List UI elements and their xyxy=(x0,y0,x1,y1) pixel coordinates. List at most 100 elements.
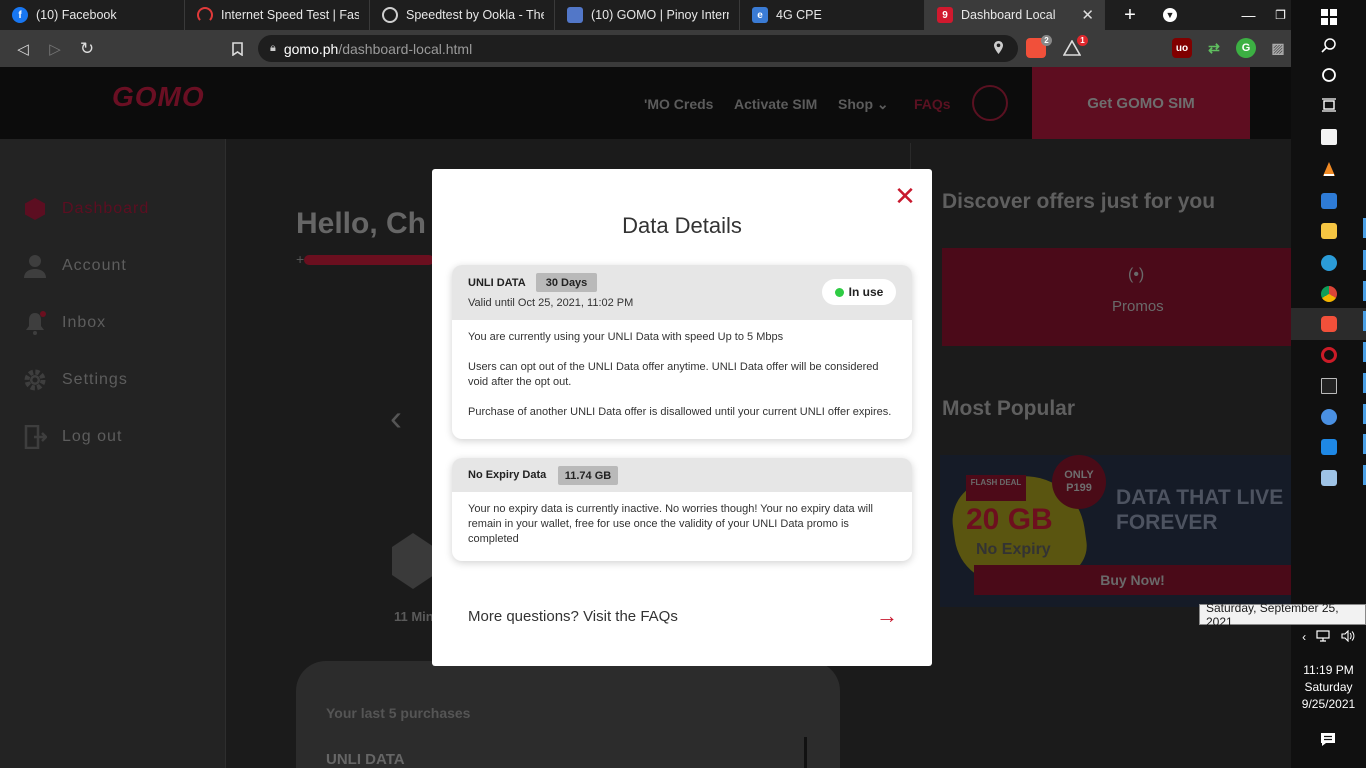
brave-icon[interactable] xyxy=(1318,313,1340,335)
nav-activate-sim[interactable]: Activate SIM xyxy=(734,96,817,112)
valid-until: Valid until Oct 25, 2021, 11:02 PM xyxy=(468,297,634,309)
plan-name: No Expiry Data xyxy=(468,469,547,481)
tab-search-button[interactable]: ▼ xyxy=(1155,0,1185,30)
banner-no-expiry: No Expiry xyxy=(976,541,1051,558)
sidebar-item-logout[interactable]: Log out xyxy=(22,422,122,452)
carousel-prev-icon[interactable]: ‹ xyxy=(390,397,402,439)
extension-arrows-icon[interactable]: ⇄ xyxy=(1204,38,1224,58)
purchases-card: Your last 5 purchases UNLI DATA xyxy=(296,661,840,768)
nav-mo-creds[interactable]: 'MO Creds xyxy=(644,96,713,112)
nav-faqs[interactable]: FAQs xyxy=(914,96,951,112)
promos-tile[interactable]: (•) Promos xyxy=(942,248,1291,346)
gomo-shield-icon xyxy=(567,7,583,23)
sidebar-item-label: Account xyxy=(62,257,127,274)
close-icon[interactable]: ✕ xyxy=(894,183,916,209)
network-icon[interactable] xyxy=(1316,629,1331,645)
faq-link[interactable]: More questions? Visit the FAQs → xyxy=(468,603,898,628)
promos-label: Promos xyxy=(1112,298,1164,315)
brave-shield-icon[interactable]: 2 xyxy=(1026,35,1052,58)
chevron-left-icon[interactable]: ‹ xyxy=(1302,630,1306,644)
fast-gauge-icon xyxy=(197,7,213,23)
status-label: In use xyxy=(848,285,884,299)
no-expiry-body: Your no expiry data is currently inactiv… xyxy=(452,492,912,547)
bookmark-icon[interactable] xyxy=(222,30,252,67)
no-expiry-header: No Expiry Data 11.74 GB xyxy=(452,458,912,492)
volume-icon[interactable] xyxy=(1341,629,1355,645)
store-icon[interactable] xyxy=(1318,126,1340,148)
chrome-icon[interactable] xyxy=(1318,283,1340,305)
unli-purchase-text: Purchase of another UNLI Data offer is d… xyxy=(468,406,892,418)
cortana-icon[interactable] xyxy=(1318,64,1340,86)
sidebar-item-label: Dashboard xyxy=(62,200,150,217)
maximize-icon[interactable]: ❐ xyxy=(1270,0,1291,30)
grammarly-icon[interactable]: G xyxy=(1236,38,1256,58)
address-toolbar: ◁ ▷ ↻ 🔒︎ gomo.ph/dashboard-local.html 2 … xyxy=(0,30,1291,67)
modal-title: Data Details xyxy=(622,213,742,238)
system-tray: ‹ xyxy=(1291,626,1366,648)
sidebar-item-account[interactable]: Account xyxy=(22,251,127,281)
tab-fast-com[interactable]: Internet Speed Test | Fast.com xyxy=(185,0,370,30)
vlc-icon[interactable] xyxy=(1318,158,1340,180)
notepad-icon[interactable] xyxy=(1318,467,1340,489)
action-center-icon[interactable] xyxy=(1318,730,1338,748)
reload-icon[interactable]: ↻ xyxy=(72,30,102,67)
ublock-icon[interactable]: uo xyxy=(1172,38,1192,58)
minutes-balance: 11 Min xyxy=(394,609,434,624)
gomo-logo[interactable]: GOMO xyxy=(112,81,205,113)
close-tab-icon[interactable]: ✕ xyxy=(1075,6,1094,24)
tab-dashboard-local[interactable]: 9 Dashboard Local ✕ xyxy=(925,0,1105,30)
url-path: /dashboard-local.html xyxy=(338,40,473,57)
app-circle-icon[interactable] xyxy=(1318,406,1340,428)
clock-day: Saturday xyxy=(1304,680,1353,694)
edge-icon[interactable] xyxy=(1318,252,1340,274)
task-view-icon[interactable] xyxy=(1318,94,1340,116)
flash-deal-banner[interactable]: FLASH DEAL ONLY P199 20 GB No Expiry DAT… xyxy=(940,455,1291,607)
mail-icon[interactable] xyxy=(1318,190,1340,212)
facebook-icon: f xyxy=(12,7,28,23)
flash-deal-tag: FLASH DEAL xyxy=(966,475,1026,501)
tab-facebook[interactable]: f (10) Facebook xyxy=(0,0,185,30)
url-field[interactable]: 🔒︎ gomo.ph/dashboard-local.html xyxy=(258,35,1018,62)
no-expiry-card: No Expiry Data 11.74 GB Your no expiry d… xyxy=(452,458,912,561)
tab-speedtest[interactable]: Speedtest by Ookla - The Global xyxy=(370,0,555,30)
system-clock[interactable]: 11:19 PM Saturday 9/25/2021 xyxy=(1291,662,1366,713)
new-tab-button[interactable]: + xyxy=(1105,0,1155,30)
nav-shop[interactable]: Shop ⌄ xyxy=(838,96,889,113)
sidebar-item-dashboard[interactable]: Dashboard xyxy=(22,194,149,224)
back-icon[interactable]: ◁ xyxy=(8,30,38,67)
search-icon[interactable] xyxy=(1318,34,1340,56)
get-gomo-sim-button[interactable]: Get GOMO SIM xyxy=(1032,67,1250,139)
date-tooltip: Saturday, September 25, 2021 xyxy=(1199,601,1366,629)
extension-puzzle-icon[interactable]: ▨ xyxy=(1268,38,1288,58)
tab-label: Dashboard Local xyxy=(961,8,1056,22)
opera-icon[interactable] xyxy=(1318,344,1340,366)
status-badge: In use xyxy=(822,279,896,305)
forward-icon[interactable]: ▷ xyxy=(40,30,70,67)
duration-badge: 30 Days xyxy=(536,273,597,292)
terminal-icon[interactable] xyxy=(1318,375,1340,397)
phone-hexagon-icon xyxy=(392,533,434,589)
windows-start-icon[interactable] xyxy=(1318,6,1340,28)
purchases-scrollbar[interactable] xyxy=(804,737,807,768)
brave-rewards-icon[interactable]: 1 xyxy=(1062,35,1088,58)
hexagon-icon xyxy=(22,196,48,222)
discover-heading: Discover offers just for you xyxy=(942,190,1216,213)
minimize-icon[interactable]: — xyxy=(1226,0,1271,30)
file-explorer-icon[interactable] xyxy=(1318,220,1340,242)
sidebar-item-settings[interactable]: Settings xyxy=(22,365,128,395)
unli-data-header: UNLI DATA 30 Days Valid until Oct 25, 20… xyxy=(452,265,912,320)
app-m-icon[interactable] xyxy=(1318,436,1340,458)
location-pin-icon[interactable] xyxy=(993,40,1004,58)
arrow-right-icon: → xyxy=(876,603,898,628)
user-account-icon[interactable] xyxy=(972,85,1008,121)
lock-icon: 🔒︎ xyxy=(270,42,276,54)
sidebar-item-inbox[interactable]: Inbox xyxy=(22,308,106,338)
data-details-modal: ✕ Data Details UNLI DATA 30 Days Valid u… xyxy=(432,169,932,666)
banner-headline-line: FOREVER xyxy=(1116,511,1218,534)
buy-now-button[interactable]: Buy Now! xyxy=(974,565,1291,595)
sidebar-item-label: Inbox xyxy=(62,314,107,331)
tab-4g-cpe[interactable]: e 4G CPE xyxy=(740,0,925,30)
price-badge: ONLY P199 xyxy=(1052,455,1106,509)
tab-gomo-facebook[interactable]: (10) GOMO | Pinoy Internet xyxy=(555,0,740,30)
purchase-item[interactable]: UNLI DATA xyxy=(326,751,405,768)
